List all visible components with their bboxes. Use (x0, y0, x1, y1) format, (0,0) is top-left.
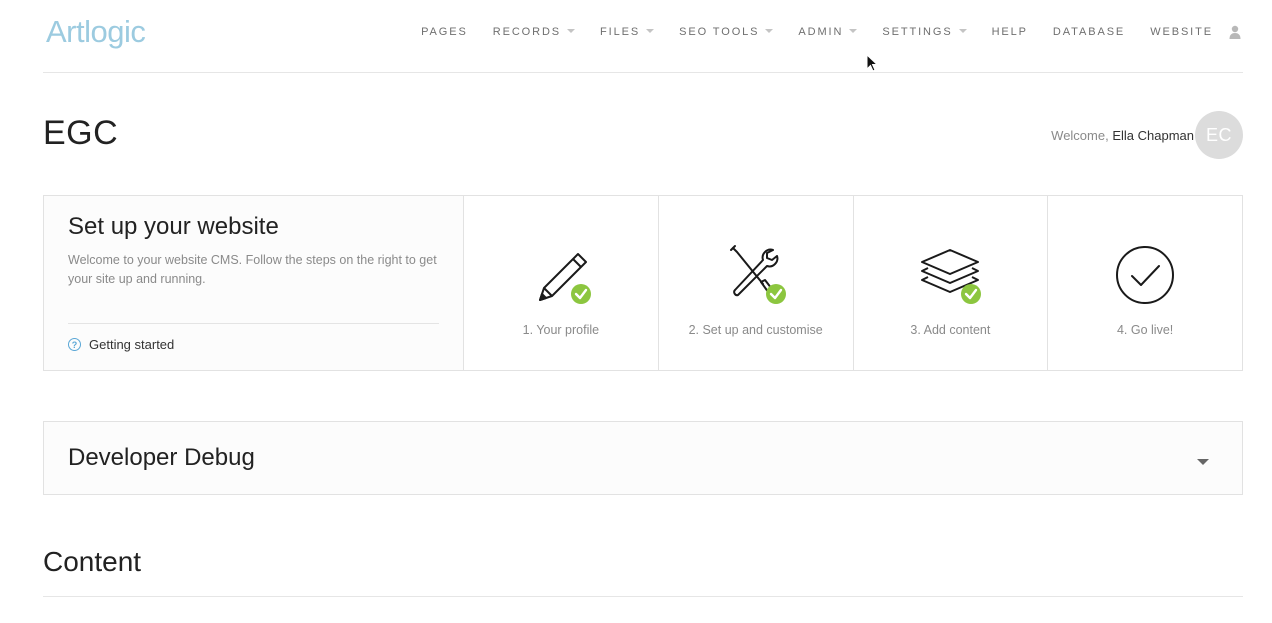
pencil-icon (538, 253, 591, 304)
setup-website-panel: Set up your website Welcome to your webs… (43, 195, 1243, 371)
caret-down-icon (849, 29, 858, 33)
developer-debug-panel[interactable]: Developer Debug (43, 421, 1243, 495)
user-name[interactable]: Ella Chapman (1112, 128, 1194, 143)
content-divider (43, 596, 1243, 597)
caret-down-icon (646, 29, 655, 33)
caret-down-icon (958, 29, 967, 33)
nav-records[interactable]: RECORDS (493, 26, 576, 38)
step-go-live[interactable]: 4. Go live! (1047, 196, 1242, 370)
content-heading: Content (43, 546, 142, 577)
step-your-profile[interactable]: 1. Your profile (463, 196, 658, 370)
step-label: 4. Go live! (1116, 323, 1174, 337)
check-circle-icon (1116, 246, 1175, 304)
nav-pages[interactable]: PAGES (421, 26, 468, 38)
setup-intro: Set up your website Welcome to your webs… (44, 196, 463, 370)
step-add-content[interactable]: 3. Add content (852, 196, 1048, 370)
artlogic-logo[interactable]: Artlogic (46, 14, 146, 50)
setup-description: Welcome to your website CMS. Follow the … (68, 253, 437, 286)
welcome-prefix: Welcome, (1051, 128, 1109, 143)
caret-down-icon (765, 29, 774, 33)
help-icon: ? (68, 338, 81, 351)
nav-seo-tools[interactable]: SEO TOOLS (679, 26, 774, 38)
nav-website[interactable]: WEBSITE (1150, 26, 1213, 38)
setup-divider (68, 323, 439, 324)
step-label: 3. Add content (910, 323, 991, 337)
step-label: 1. Your profile (522, 323, 600, 337)
setup-title: Set up your website (68, 213, 279, 240)
user-icon[interactable] (1229, 24, 1243, 40)
layers-icon (921, 249, 982, 304)
debug-title: Developer Debug (68, 444, 255, 471)
page-title: EGC (43, 114, 119, 152)
step-label: 2. Set up and customise (688, 323, 823, 337)
top-navigation-bar: Artlogic PAGES RECORDS FILES SEO TOOLS A… (43, 0, 1243, 73)
main-nav: PAGES RECORDS FILES SEO TOOLS ADMIN SETT… (396, 24, 1243, 40)
welcome-message: Welcome, Ella Chapman (1051, 128, 1194, 143)
getting-started-label: Getting started (89, 337, 175, 352)
nav-admin[interactable]: ADMIN (798, 26, 858, 38)
tools-icon (729, 245, 786, 304)
avatar[interactable]: EC (1195, 111, 1243, 159)
nav-database[interactable]: DATABASE (1053, 26, 1125, 38)
caret-down-icon[interactable] (1197, 459, 1209, 465)
nav-settings[interactable]: SETTINGS (882, 26, 967, 38)
caret-down-icon (567, 29, 576, 33)
mouse-cursor-icon (866, 54, 878, 72)
getting-started-link[interactable]: ? Getting started (68, 337, 174, 352)
step-set-up-and-customise[interactable]: 2. Set up and customise (657, 196, 853, 370)
nav-files[interactable]: FILES (600, 26, 655, 38)
nav-help[interactable]: HELP (992, 26, 1028, 38)
